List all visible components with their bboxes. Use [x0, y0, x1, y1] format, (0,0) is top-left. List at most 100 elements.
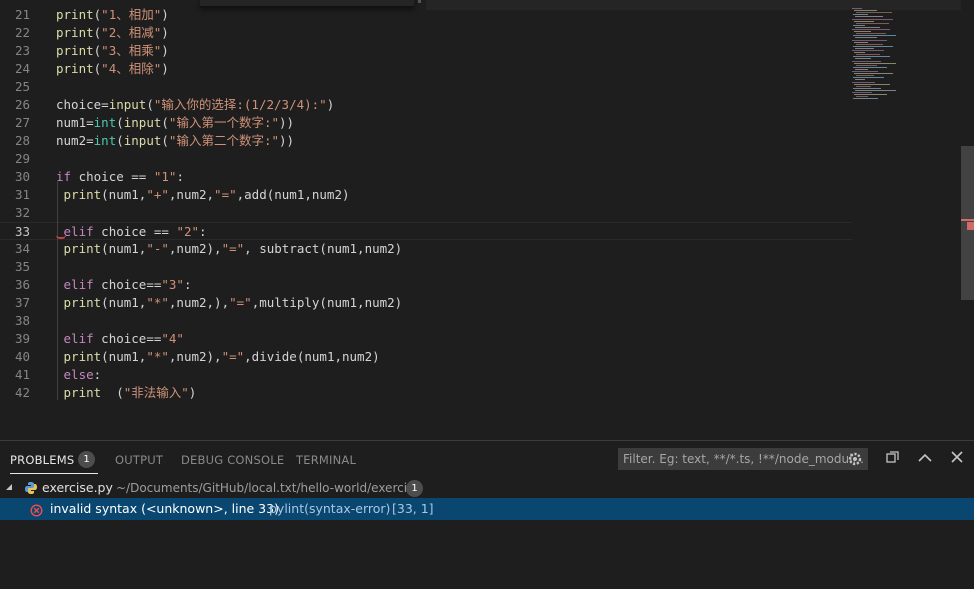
code-token: (: [116, 133, 124, 148]
close-icon[interactable]: [948, 450, 966, 468]
minimap-line: [853, 14, 868, 16]
code-token: "+": [146, 187, 169, 202]
minimap-line: [852, 50, 884, 51]
code-token: "1、相加": [101, 7, 162, 22]
minimap-line: [852, 29, 890, 30]
code-token: "输入第一个数字:": [168, 115, 279, 130]
code-token: print: [56, 187, 102, 202]
line-number: 22: [14, 25, 30, 40]
line-number: 31: [14, 187, 30, 202]
minimap-line: [853, 56, 890, 58]
code-line[interactable]: 42 print ("非法输入"): [0, 384, 852, 402]
code-line[interactable]: 34 print(num1,"-",num2),"=", subtract(nu…: [0, 240, 852, 258]
minimap-line: [853, 77, 884, 79]
tab-terminal[interactable]: TERMINAL: [296, 453, 356, 467]
code-token: (: [161, 115, 169, 130]
problem-message: invalid syntax (<unknown>, line 33): [50, 501, 279, 516]
problem-item[interactable]: invalid syntax (<unknown>, line 33) pyli…: [0, 498, 974, 520]
minimap-line: [856, 22, 889, 24]
code-token: "3": [161, 277, 184, 292]
line-code: print("2、相减"): [56, 24, 169, 42]
code-line[interactable]: 36 elif choice=="3":: [0, 276, 852, 294]
code-line[interactable]: 24 print("4、相除"): [0, 60, 852, 78]
filter-placeholder: Filter. Eg: text, **/*.ts, !**/node_modu…: [623, 452, 864, 466]
code-token: "1": [153, 169, 177, 184]
code-line[interactable]: 23 print("3、相乘"): [0, 42, 852, 60]
problem-file-row[interactable]: exercise.py ~/Documents/GitHub/local.txt…: [0, 478, 974, 498]
code-token: "非法输入": [123, 385, 189, 400]
code-token: "=": [221, 349, 245, 364]
code-line[interactable]: 35: [0, 258, 852, 276]
minimap-line: [854, 94, 887, 96]
minimap-line: [855, 58, 871, 60]
line-number: 36: [14, 277, 30, 292]
line-number: 40: [14, 349, 30, 364]
minimap-line: [854, 31, 871, 33]
code-token: ,num2),: [168, 241, 222, 256]
code-line[interactable]: 27 num1=int(input("输入第一个数字:")): [0, 114, 852, 132]
code-line[interactable]: 22 print("2、相减"): [0, 24, 852, 42]
chevron-up-icon[interactable]: [916, 450, 934, 468]
minimap-line: [853, 35, 896, 37]
code-token: print: [56, 7, 94, 22]
code-token: "=": [229, 295, 252, 310]
code-token: "2、相减": [101, 25, 162, 40]
code-token: :: [199, 224, 207, 239]
problems-filter-input[interactable]: Filter. Eg: text, **/*.ts, !**/node_modu…: [618, 448, 868, 470]
code-line[interactable]: 41 else:: [0, 366, 852, 384]
code-line[interactable]: 33 elif choice == "2":: [0, 222, 852, 240]
line-code: print("4、相除"): [56, 60, 169, 78]
minimap-line: [855, 89, 896, 91]
code-token: ,divide(num1,num2): [244, 349, 380, 364]
code-token: "*": [146, 349, 169, 364]
minimap-line: [854, 10, 877, 12]
code-token: (: [101, 385, 124, 400]
error-squiggle: [56, 233, 66, 239]
minimap-line: [855, 79, 865, 81]
code-token: if: [56, 169, 72, 184]
tab-output[interactable]: OUTPUT: [115, 453, 163, 467]
line-number: 27: [14, 115, 30, 130]
code-token: :: [183, 277, 192, 292]
minimap-line: [854, 83, 890, 85]
minimap-line: [855, 68, 868, 70]
find-widget: [200, 0, 414, 7]
code-token: )): [279, 133, 295, 148]
gear-icon[interactable]: [846, 451, 864, 469]
code-editor[interactable]: 21 print("1、相加") 22 print("2、相减") 23 print("3…: [0, 0, 974, 440]
code-line[interactable]: 38: [0, 312, 852, 330]
code-token: ,multiply(num1,num2): [251, 295, 403, 310]
collapse-all-icon[interactable]: [884, 450, 902, 468]
code-line[interactable]: 31 print(num1,"+",num2,"=",add(num1,num2…: [0, 186, 852, 204]
problem-source: pylint(syntax-error): [269, 501, 391, 516]
minimap[interactable]: [852, 8, 908, 104]
minimap-line: [852, 81, 875, 83]
line-code: choice=input("输入你的选择:(1/2/3/4):"): [56, 96, 334, 114]
code-line[interactable]: 39 elif choice=="4": [0, 330, 852, 348]
tab-debug-console[interactable]: DEBUG CONSOLE: [181, 453, 284, 467]
code-line[interactable]: 29: [0, 150, 852, 168]
code-line[interactable]: 37 print(num1,"*",num2,),"=",multiply(nu…: [0, 294, 852, 312]
line-code: print ("非法输入"): [56, 384, 197, 402]
minimap-line: [855, 47, 874, 49]
tab-problems[interactable]: PROBLEMS: [10, 453, 99, 474]
code-token: elif: [56, 331, 94, 346]
code-line[interactable]: 28 num2=int(input("输入第二个数字:")): [0, 132, 852, 150]
minimap-line: [856, 64, 877, 66]
code-line[interactable]: 25: [0, 78, 852, 96]
code-token: :: [93, 367, 102, 382]
line-code: num2=int(input("输入第二个数字:")): [56, 132, 294, 150]
code-token: ): [161, 25, 169, 40]
code-token: (: [161, 133, 169, 148]
minimap-line: [852, 18, 893, 20]
code-line[interactable]: 26 choice=input("输入你的选择:(1/2/3/4):"): [0, 96, 852, 114]
code-line[interactable]: 30 if choice == "1":: [0, 168, 852, 186]
code-line[interactable]: 32: [0, 204, 852, 222]
code-token: "-": [146, 241, 169, 256]
line-number: 35: [14, 259, 30, 274]
file-problem-count-badge: 1: [406, 480, 423, 497]
code-token: ,num2),: [168, 349, 222, 364]
code-line[interactable]: 40 print(num1,"*",num2),"=",divide(num1,…: [0, 348, 852, 366]
code-token: , subtract(num1,num2): [244, 241, 403, 256]
line-code: print(num1,"+",num2,"=",add(num1,num2): [56, 186, 350, 204]
